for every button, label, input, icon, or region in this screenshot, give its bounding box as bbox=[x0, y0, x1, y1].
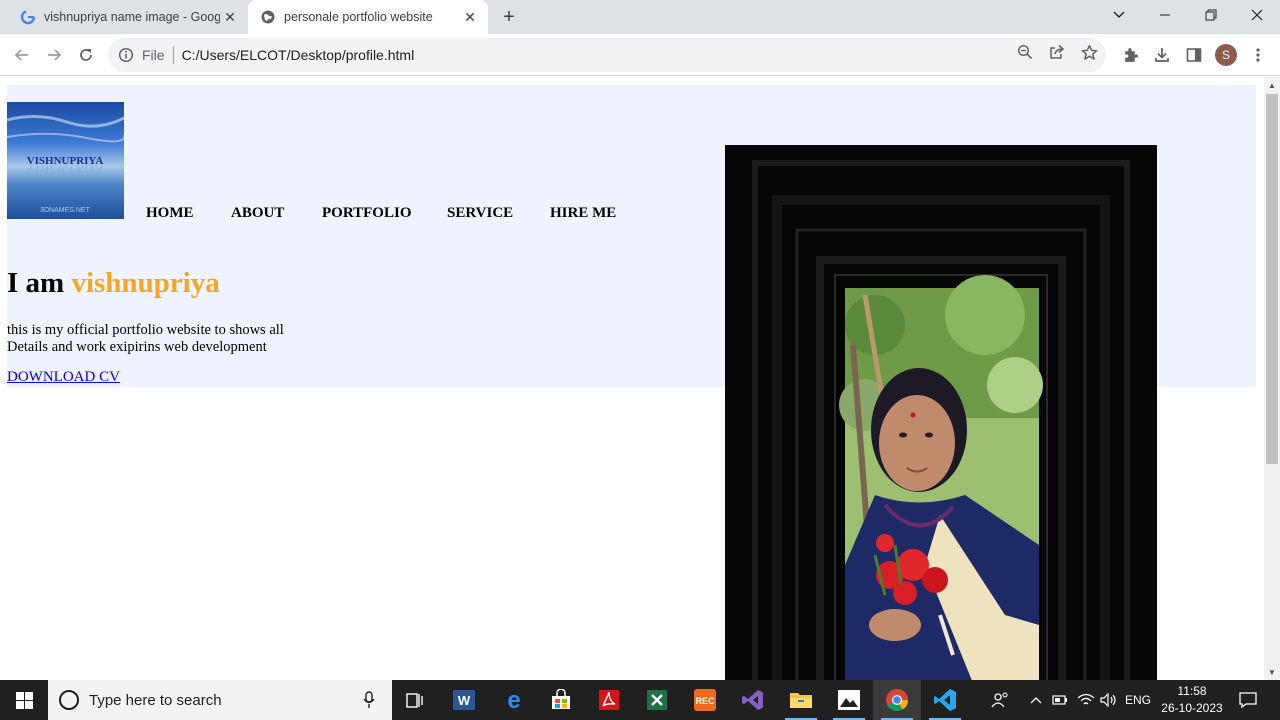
volume-icon[interactable] bbox=[1098, 680, 1120, 720]
language-indicator[interactable]: ENG bbox=[1122, 680, 1154, 720]
store-icon[interactable] bbox=[537, 680, 585, 720]
profile-avatar[interactable]: S bbox=[1215, 44, 1237, 66]
scroll-up-arrow-icon[interactable]: ▲ bbox=[1264, 77, 1280, 93]
excel-icon[interactable] bbox=[633, 680, 681, 720]
people-icon[interactable] bbox=[988, 680, 1012, 720]
address-separator bbox=[172, 46, 174, 64]
cortana-circle-icon bbox=[59, 690, 79, 710]
new-tab-button[interactable]: + bbox=[496, 5, 522, 29]
windows-taskbar: Type here to search W e REC ENG 11:58 26… bbox=[0, 680, 1280, 720]
bandicam-icon[interactable]: REC bbox=[681, 680, 729, 720]
minimize-button[interactable] bbox=[1142, 0, 1188, 30]
nav-portfolio[interactable]: PORTFOLIO bbox=[322, 205, 411, 222]
download-cv-link[interactable]: DOWNLOAD CV bbox=[7, 369, 120, 386]
tab-title: vishnupriya name image - Goog bbox=[44, 10, 220, 24]
visual-studio-icon[interactable] bbox=[729, 680, 777, 720]
tab-search-chevron-icon[interactable] bbox=[1096, 0, 1142, 30]
tab-google-search[interactable]: vishnupriya name image - Goog ✕ bbox=[8, 0, 248, 34]
close-window-button[interactable] bbox=[1234, 0, 1280, 30]
file-explorer-icon[interactable] bbox=[777, 680, 825, 720]
clock-date: 26-10-2023 bbox=[1161, 701, 1223, 715]
nav-home[interactable]: HOME bbox=[146, 205, 194, 222]
headline-prefix: I am bbox=[7, 267, 65, 299]
svg-text:e: e bbox=[507, 688, 520, 712]
page-scrollbar[interactable]: ▲ ▼ bbox=[1264, 77, 1280, 680]
nav-hire-me[interactable]: HIRE ME bbox=[550, 205, 616, 222]
browser-toolbar: File C:/Users/ELCOT/Desktop/profile.html… bbox=[0, 34, 1280, 76]
svg-text:VISHNUPRIYA: VISHNUPRIYA bbox=[27, 163, 104, 175]
word-icon[interactable]: W bbox=[440, 680, 488, 720]
share-icon[interactable] bbox=[1048, 43, 1066, 61]
task-view-icon[interactable] bbox=[392, 680, 440, 720]
photos-icon[interactable] bbox=[825, 680, 873, 720]
site-logo[interactable]: VISHNUPRIYA VISHNUPRIYA 3DNAMES.NET bbox=[7, 102, 124, 219]
start-button[interactable] bbox=[0, 680, 48, 720]
hero-headline: I am vishnupriya bbox=[7, 267, 220, 300]
address-bar[interactable]: File C:/Users/ELCOT/Desktop/profile.html bbox=[108, 38, 1106, 72]
description-line-2: Details and work exipirins web developme… bbox=[7, 339, 267, 355]
url-text: C:/Users/ELCOT/Desktop/profile.html bbox=[181, 47, 415, 63]
scroll-down-arrow-icon[interactable]: ▼ bbox=[1264, 664, 1280, 680]
system-clock[interactable]: 11:58 26-10-2023 bbox=[1158, 683, 1226, 717]
search-placeholder: Type here to search bbox=[89, 691, 222, 709]
profile-photo bbox=[839, 275, 1043, 680]
back-button[interactable] bbox=[8, 41, 36, 69]
forward-button[interactable] bbox=[40, 41, 68, 69]
wifi-icon[interactable] bbox=[1075, 680, 1097, 720]
taskbar-search-box[interactable]: Type here to search bbox=[48, 680, 392, 720]
profile-photo-frame bbox=[725, 145, 1157, 680]
logo-watermark: 3DNAMES.NET bbox=[40, 207, 91, 214]
hero-description: this is my official portfolio website to… bbox=[7, 322, 307, 356]
headline-name: vishnupriya bbox=[71, 267, 220, 299]
page-viewport: VISHNUPRIYA VISHNUPRIYA 3DNAMES.NET HOME… bbox=[0, 77, 1264, 680]
info-icon[interactable] bbox=[118, 47, 134, 63]
google-icon bbox=[20, 9, 36, 25]
extensions-puzzle-icon[interactable] bbox=[1120, 45, 1140, 65]
close-tab-icon[interactable]: ✕ bbox=[220, 7, 240, 27]
menu-kebab-icon[interactable] bbox=[1248, 45, 1268, 65]
close-tab-icon[interactable]: ✕ bbox=[460, 7, 480, 27]
svg-text:W: W bbox=[458, 693, 471, 708]
svg-text:REC: REC bbox=[695, 696, 715, 706]
windows-logo-icon bbox=[15, 691, 33, 709]
notifications-icon[interactable] bbox=[1232, 680, 1264, 720]
battery-icon[interactable] bbox=[1050, 680, 1070, 720]
tab-portfolio[interactable]: personale portfolio website ✕ bbox=[248, 0, 488, 34]
chrome-icon[interactable] bbox=[873, 680, 921, 720]
tab-title: personale portfolio website bbox=[284, 10, 433, 24]
scrollbar-thumb[interactable] bbox=[1266, 94, 1278, 464]
bookmark-star-icon[interactable] bbox=[1080, 43, 1098, 61]
microphone-icon[interactable] bbox=[360, 691, 378, 709]
downloads-icon[interactable] bbox=[1152, 45, 1172, 65]
side-panel-icon[interactable] bbox=[1184, 45, 1204, 65]
reload-button[interactable] bbox=[72, 41, 100, 69]
tab-strip: vishnupriya name image - Goog ✕ personal… bbox=[0, 0, 1280, 34]
show-hidden-icons-chevron-icon[interactable] bbox=[1026, 680, 1046, 720]
edge-icon[interactable]: e bbox=[490, 680, 538, 720]
nav-about[interactable]: ABOUT bbox=[231, 205, 284, 222]
nav-service[interactable]: SERVICE bbox=[447, 205, 513, 222]
description-line-1: this is my official portfolio website to… bbox=[7, 322, 284, 338]
acrobat-icon[interactable] bbox=[585, 680, 633, 720]
zoom-icon[interactable] bbox=[1016, 43, 1034, 61]
vscode-icon[interactable] bbox=[921, 680, 969, 720]
clock-time: 11:58 bbox=[1177, 684, 1207, 698]
globe-icon bbox=[260, 9, 276, 25]
restore-button[interactable] bbox=[1188, 0, 1234, 30]
scheme-label: File bbox=[142, 47, 165, 63]
